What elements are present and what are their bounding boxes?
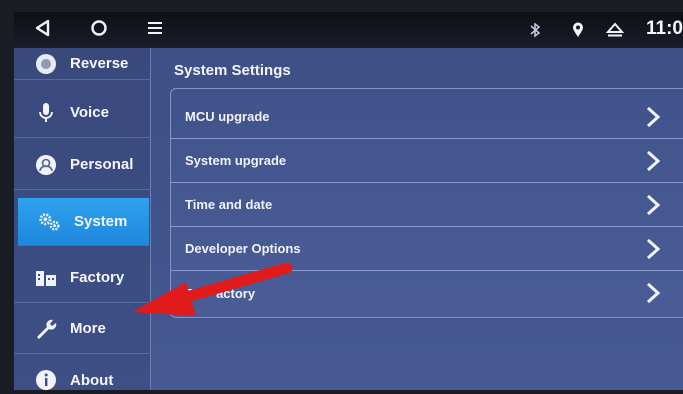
sidebar-item-factory[interactable]: Factory [14, 253, 151, 303]
bluetooth-icon [526, 20, 544, 40]
info-icon [34, 368, 58, 390]
sidebar-item-system[interactable]: System [18, 198, 149, 246]
settings-list: MCU upgrade System upgrade Time and date… [170, 88, 683, 318]
sidebar-item-label: Reverse [70, 55, 129, 72]
user-icon [34, 153, 58, 177]
factory-icon [34, 266, 58, 290]
gears-icon [38, 210, 62, 234]
chevron-right-icon [646, 194, 661, 216]
chevron-right-icon [646, 238, 661, 260]
sidebar-item-voice[interactable]: Voice [14, 88, 151, 138]
sidebar-item-about[interactable]: About [14, 355, 151, 390]
status-bar: 11:0 [14, 12, 683, 48]
chevron-right-icon [646, 150, 661, 172]
home-icon[interactable] [86, 15, 112, 41]
sidebar-item-reverse[interactable]: Reverse [14, 48, 151, 80]
setting-label: Developer Options [185, 241, 301, 256]
setting-label: MCU upgrade [185, 109, 270, 124]
camera-icon [34, 52, 58, 76]
sidebar-item-label: Factory [70, 269, 125, 286]
page-title: System Settings [174, 62, 291, 79]
chevron-right-icon [646, 106, 661, 128]
setting-label: System upgrade [185, 153, 287, 168]
sidebar-item-label: Voice [70, 104, 109, 121]
location-pin-icon [569, 20, 587, 40]
setting-row-developer-options[interactable]: Developer Options [171, 227, 683, 271]
setting-label: Re actory [185, 285, 256, 301]
eject-icon[interactable] [606, 20, 624, 40]
setting-row-mcu-upgrade[interactable]: MCU upgrade [171, 95, 683, 139]
sidebar-item-label: About [70, 371, 114, 389]
head-unit-screen: 11:0 Reverse Voice Personal System Facto… [14, 12, 683, 390]
sidebar-item-label: More [70, 320, 106, 337]
sidebar-item-label: Personal [70, 156, 134, 173]
settings-sidebar: Reverse Voice Personal System Factory Mo… [14, 48, 151, 390]
sidebar-item-personal[interactable]: Personal [14, 140, 151, 190]
menu-icon[interactable] [142, 15, 168, 41]
chevron-right-icon [646, 282, 661, 304]
status-time: 11:0 [646, 18, 683, 39]
sidebar-item-more[interactable]: More [14, 304, 151, 354]
setting-label: Time and date [185, 197, 273, 212]
microphone-icon [34, 101, 58, 125]
sidebar-item-label: System [74, 213, 128, 230]
setting-row-time-and-date[interactable]: Time and date [171, 183, 683, 227]
back-icon[interactable] [30, 15, 56, 41]
wrench-icon [34, 317, 58, 341]
main-panel: System Settings MCU upgrade System upgra… [154, 48, 683, 390]
setting-row-system-upgrade[interactable]: System upgrade [171, 139, 683, 183]
setting-row-reset-factory[interactable]: Re actory [171, 271, 683, 315]
